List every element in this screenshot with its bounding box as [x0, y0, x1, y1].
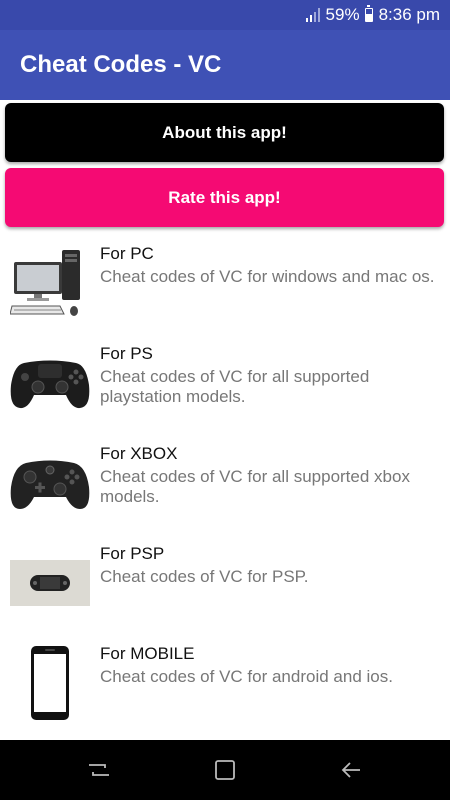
- list-item-psp[interactable]: For PSP Cheat codes of VC for PSP.: [0, 535, 450, 635]
- item-title: For MOBILE: [100, 644, 195, 663]
- list-item-ps[interactable]: For PS Cheat codes of VC for all support…: [0, 335, 450, 435]
- item-title: For PSP: [100, 544, 165, 563]
- list-item-mobile[interactable]: For MOBILE Cheat codes of VC for android…: [0, 635, 450, 735]
- item-title: For PS: [100, 344, 153, 363]
- item-description: Cheat codes of VC for PSP.: [100, 567, 309, 586]
- item-description: Cheat codes of VC for all supported xbox…: [100, 467, 410, 506]
- app-bar: Cheat Codes - VC: [0, 30, 450, 100]
- platform-list: For PC Cheat codes of VC for windows and…: [0, 235, 450, 735]
- battery-percent: 59%: [325, 5, 360, 24]
- smartphone-icon: [10, 643, 90, 723]
- list-item-pc[interactable]: For PC Cheat codes of VC for windows and…: [0, 235, 450, 335]
- home-icon: [215, 760, 235, 780]
- list-item-xbox[interactable]: For XBOX Cheat codes of VC for all suppo…: [0, 435, 450, 535]
- home-button[interactable]: [210, 755, 240, 785]
- status-bar: 59% 8:36 pm: [0, 0, 450, 30]
- recent-apps-icon: [89, 764, 109, 776]
- recent-apps-button[interactable]: [84, 755, 114, 785]
- navigation-bar: [0, 740, 450, 800]
- signal-icon: [305, 8, 320, 22]
- item-description: Cheat codes of VC for all supported play…: [100, 367, 370, 406]
- back-button[interactable]: [336, 755, 366, 785]
- ps-controller-icon: [10, 343, 90, 423]
- item-description: Cheat codes of VC for android and ios.: [100, 667, 393, 686]
- back-arrow-icon: [341, 762, 360, 778]
- clock: 8:36 pm: [378, 5, 440, 24]
- battery-icon: [364, 5, 373, 22]
- item-description: Cheat codes of VC for windows and mac os…: [100, 267, 435, 286]
- app-title: Cheat Codes - VC: [20, 51, 222, 78]
- rate-button[interactable]: Rate this app!: [5, 168, 444, 227]
- about-button[interactable]: About this app!: [5, 103, 444, 162]
- psp-handheld-icon: [10, 543, 90, 623]
- xbox-controller-icon: [10, 443, 90, 523]
- item-title: For XBOX: [100, 444, 178, 463]
- desktop-pc-icon: [10, 243, 90, 323]
- item-title: For PC: [100, 244, 154, 263]
